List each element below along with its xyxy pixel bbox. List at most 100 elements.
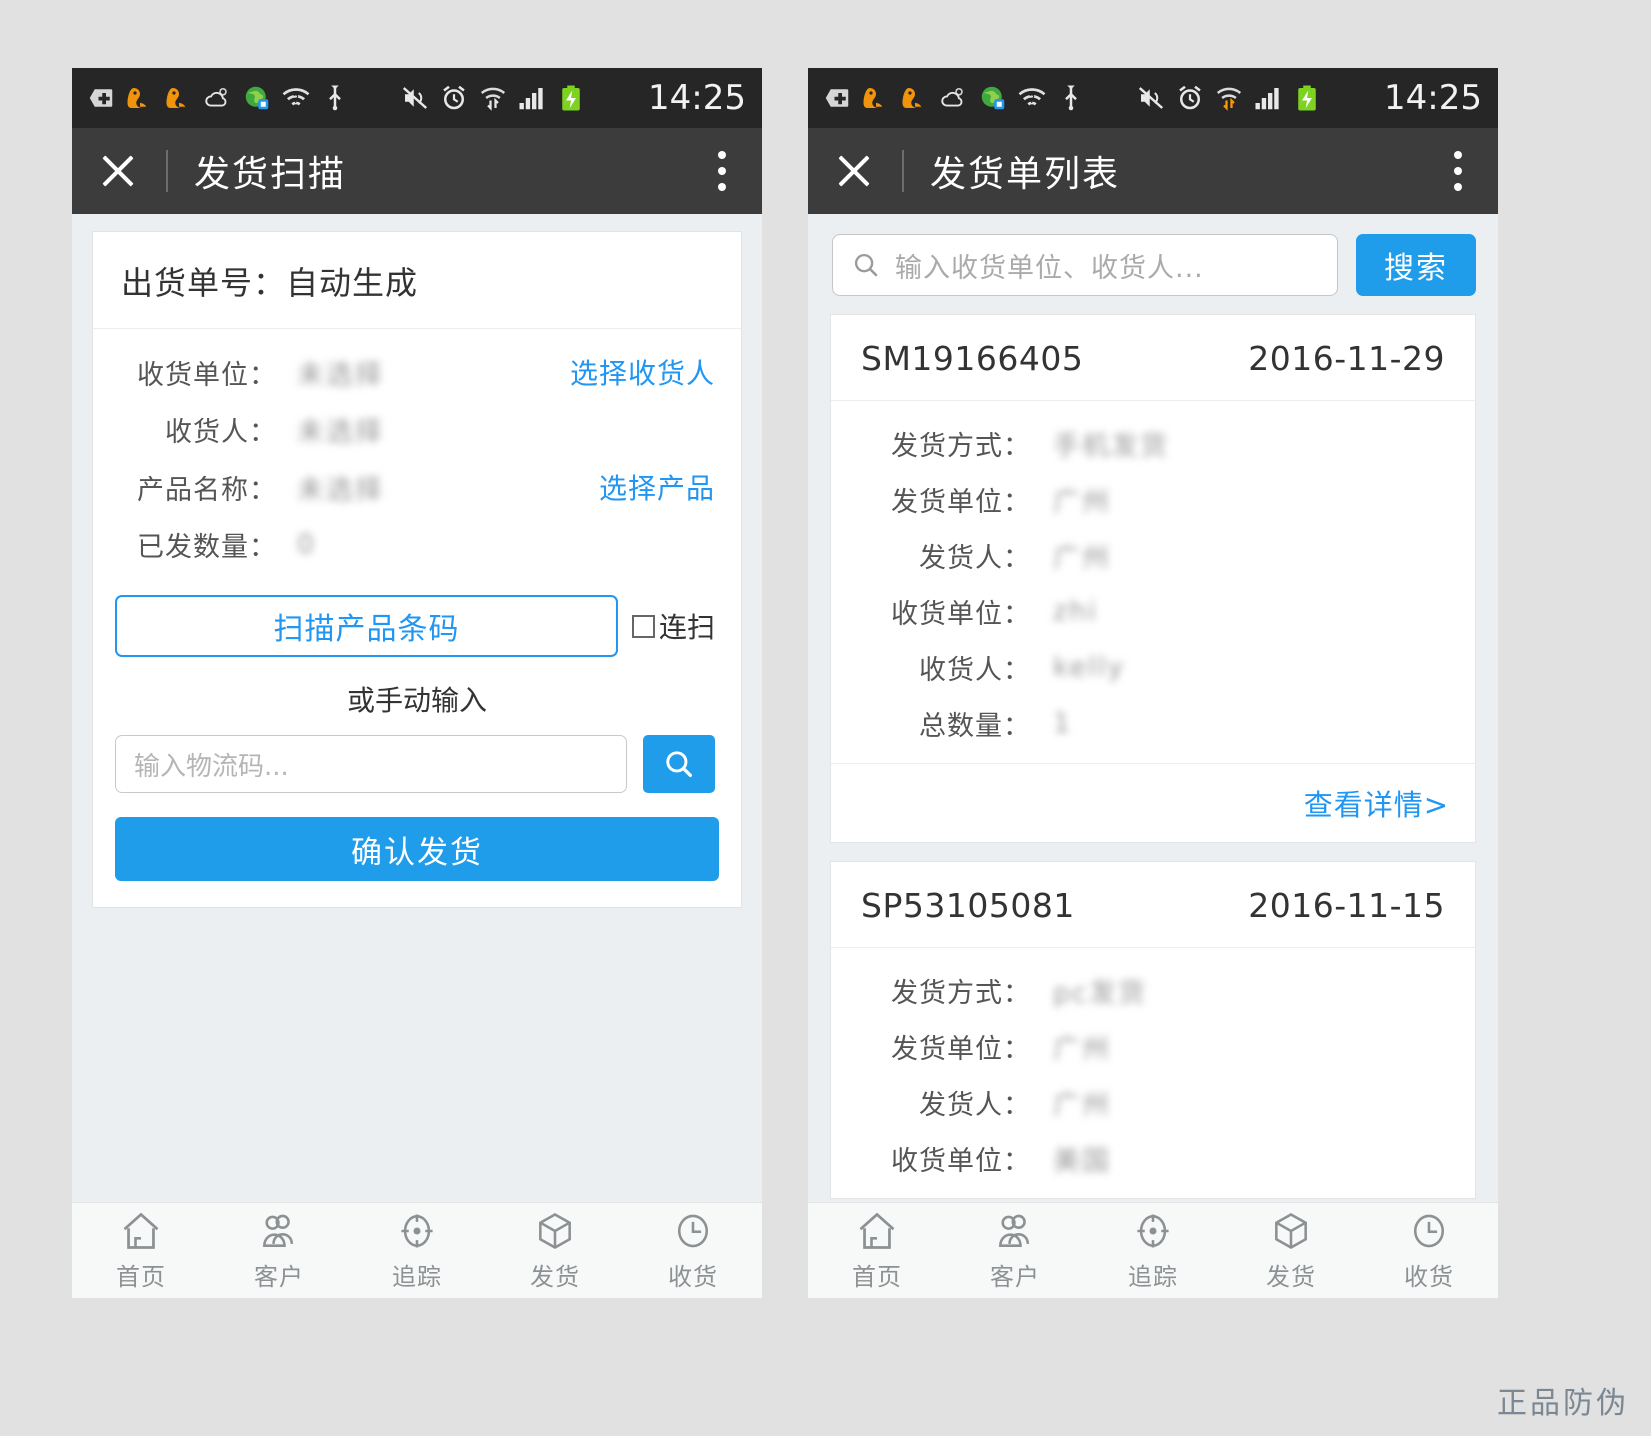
weather-cloud-icon [941,87,963,107]
nav-label: 收货 [1404,1263,1454,1291]
continuous-scan-toggle[interactable]: 连扫 [631,606,715,646]
field-shipping-unit: 发货单位： 广州 [831,1018,1475,1074]
more-vertical-icon[interactable] [718,151,726,191]
box-icon [1275,1213,1307,1249]
order-no-header: 出货单号：自动生成 [93,232,741,329]
field-label: 发货人： [919,1089,1031,1121]
nav-label: 追踪 [392,1263,442,1291]
alarm-icon [443,85,465,110]
nav-item-shipping[interactable]: 发货 [486,1203,624,1298]
mute-icon [1138,87,1164,109]
scan-barcode-button[interactable]: 扫描产品条码 [115,595,618,657]
search-icon [854,253,878,277]
nav-item-shipping[interactable]: 发货 [1222,1203,1360,1298]
uc-browser-icon [863,88,883,108]
nav-item-customers[interactable]: 客户 [946,1203,1084,1298]
checkbox-icon[interactable] [631,614,655,638]
target-icon [401,1214,433,1248]
field-value: 美国 [1053,1145,1111,1177]
alarm-icon [1179,85,1201,110]
usb-icon [329,85,341,111]
nav-label: 客户 [990,1263,1040,1291]
title-bar-left: 发货扫描 [72,128,762,214]
nav-label: 发货 [1266,1263,1316,1291]
nav-item-receiving[interactable]: 收货 [624,1203,762,1298]
form-rows: 收货单位： 未选择 选择收货人 收货人： 未选择 产品名称： 未选择 选择产品 [93,329,741,577]
more-vertical-icon[interactable] [1454,151,1462,191]
close-icon[interactable] [834,151,874,191]
title-bar-divider [166,150,168,192]
form-value: 未选择 [297,417,384,448]
target-icon [1137,1214,1169,1248]
list-item-header: SM19166405 2016-11-29 [831,315,1475,401]
watermark: 正品防伪 [1497,1386,1629,1421]
nav-item-home[interactable]: 首页 [72,1203,210,1298]
field-value: 手机发货 [1053,430,1169,462]
list-item-footer: 查看详情> [831,763,1475,842]
select-receiver-link[interactable]: 选择收货人 [570,352,715,392]
nav-label: 发货 [530,1263,580,1291]
list-item-header: SP53105081 2016-11-15 [831,862,1475,948]
field-receiving-unit: 收货单位： zhi [831,583,1475,639]
field-label: 收货单位： [891,1145,1031,1177]
phone-screen-shipping-list: ? 14:25 发货单列表 输入收货单位、收货人... 搜索 SM1916640… [808,68,1498,1298]
search-submit-button[interactable]: 搜索 [1356,234,1476,296]
search-button[interactable] [643,735,715,793]
globe-icon [245,86,269,110]
nav-label: 追踪 [1128,1263,1178,1291]
svg-text:?: ? [1029,93,1035,106]
view-detail-link[interactable]: 查看详情> [1304,788,1449,822]
status-bar-icons-right: ? [822,81,1375,115]
field-total-qty: 总数量： 1 [831,695,1475,751]
nav-item-tracking[interactable]: 追踪 [348,1203,486,1298]
field-label: 收货人： [919,654,1031,686]
field-label: 发货人： [919,542,1031,574]
form-value: 未选择 [297,474,384,506]
list-item[interactable]: SM19166405 2016-11-29 发货方式： 手机发货 发货单位： 广… [830,314,1476,843]
wifi-question-icon: ? [282,88,310,106]
screenshot-stage: ? 14:25 发货扫描 出货单号：自动生成 收货单位： 未选择 选择收货人 收… [0,0,1651,1436]
uc-browser-icon [166,88,186,108]
search-icon [666,751,693,778]
logistics-code-input[interactable]: 输入物流码... [115,735,627,793]
field-value: 广州 [1053,486,1111,518]
usb-icon [1065,85,1077,111]
page-title: 发货单列表 [930,154,1121,195]
globe-icon [981,86,1005,110]
form-row-receiver: 收货人： 未选择 [93,401,741,458]
nav-item-customers[interactable]: 客户 [210,1203,348,1298]
form-label: 产品名称： [137,474,277,506]
page-title: 发货扫描 [194,154,347,195]
field-label: 收货单位： [891,598,1031,630]
nav-item-home[interactable]: 首页 [808,1203,946,1298]
bottom-nav-right: 首页 客户 追踪 发货 收货 [808,1202,1498,1298]
nav-label: 收货 [668,1263,718,1291]
battery-charging-icon [562,85,580,111]
left-body: 出货单号：自动生成 收货单位： 未选择 选择收货人 收货人： 未选择 产品名称： [72,231,762,1298]
form-value: 未选择 [297,359,384,391]
list-item[interactable]: SP53105081 2016-11-15 发货方式： pc发货 发货单位： 广… [830,861,1476,1199]
users-icon [263,1214,294,1247]
field-value: pc发货 [1053,977,1147,1009]
field-label: 发货单位： [891,486,1031,518]
search-input[interactable]: 输入收货单位、收货人... [832,234,1338,296]
svg-text:?: ? [293,93,299,106]
confirm-shipment-button[interactable]: 确认发货 [115,817,719,881]
list-item-fields: 发货方式： 手机发货 发货单位： 广州 发货人： 广州 收货单位： zhi 收货… [831,401,1475,763]
field-receiving-unit: 收货单位： 美国 [831,1130,1475,1186]
home-icon [123,1212,159,1249]
field-label: 发货单位： [891,1033,1031,1065]
nav-label: 首页 [852,1263,902,1291]
select-product-link[interactable]: 选择产品 [599,467,715,507]
shipping-order-list: SM19166405 2016-11-29 发货方式： 手机发货 发货单位： 广… [808,314,1498,1199]
mute-icon [402,87,428,109]
close-icon[interactable] [98,151,138,191]
form-row-receiving-unit: 收货单位： 未选择 选择收货人 [93,343,741,401]
field-receiver: 收货人： kelly [831,639,1475,695]
nav-item-tracking[interactable]: 追踪 [1084,1203,1222,1298]
form-label: 已发数量： [137,532,277,563]
field-value: zhi [1053,595,1098,627]
status-bar-icons-left: ? [86,81,639,115]
nav-item-receiving[interactable]: 收货 [1360,1203,1498,1298]
field-value: kelly [1053,651,1126,683]
